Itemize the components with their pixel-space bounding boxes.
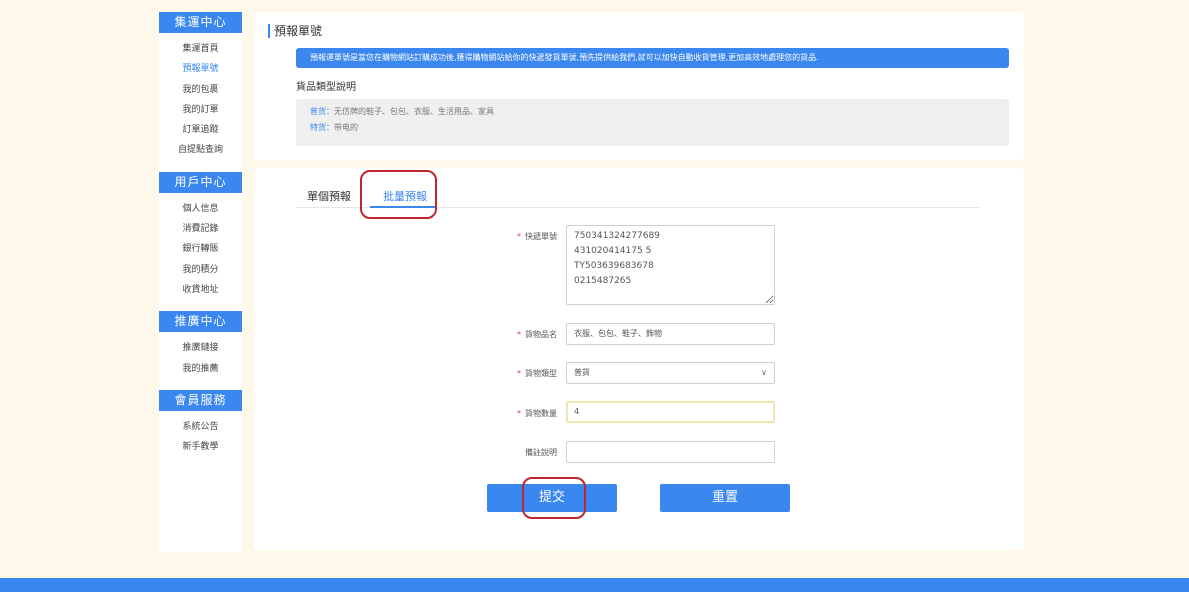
sidebar-item-promo-link[interactable]: 推廣鏈接	[159, 338, 242, 358]
goods-type-label: * 貨物類型	[477, 368, 557, 379]
type-row-general: 普货：无仿牌的鞋子、包包、衣服、生活用品、家具	[310, 104, 995, 120]
goods-type-select[interactable]: 普貨 ∨	[566, 362, 775, 384]
tab-bar: 單個預報 批量預報	[296, 182, 980, 208]
goods-type-value: 普貨	[574, 368, 590, 377]
required-mark: *	[517, 232, 521, 241]
types-title: 貨品類型說明	[296, 82, 356, 93]
tab-single-forecast[interactable]: 單個預報	[307, 188, 351, 204]
sidebar-heading-shipping: 集運中心	[159, 12, 242, 33]
active-tab-indicator	[370, 206, 436, 208]
type-value-general: 无仿牌的鞋子、包包、衣服、生活用品、家具	[334, 107, 494, 116]
sidebar-item-my-packages[interactable]: 我的包裹	[159, 80, 242, 100]
sidebar-group-user: 用戶中心 個人信息 消費記錄 銀行轉賬 我的積分 收貨地址	[159, 171, 242, 304]
sidebar-group-promotion: 推廣中心 推廣鏈接 我的推薦	[159, 311, 242, 383]
type-value-special: 带电的	[334, 123, 358, 132]
sidebar-item-pickup-lookup[interactable]: 自提點查詢	[159, 140, 242, 160]
remark-label: 備註說明	[477, 447, 557, 458]
reset-button[interactable]: 重置	[660, 484, 790, 512]
sidebar-item-tutorial[interactable]: 新手教學	[159, 437, 242, 457]
submit-button[interactable]: 提交	[487, 484, 617, 512]
sidebar-item-bank-transfer[interactable]: 銀行轉賬	[159, 239, 242, 259]
sidebar-list-promotion: 推廣鏈接 我的推薦	[159, 332, 242, 383]
sidebar-list-user: 個人信息 消費記錄 銀行轉賬 我的積分 收貨地址	[159, 193, 242, 304]
chevron-down-icon: ∨	[761, 368, 767, 377]
notice-banner: 預報運單號是當您在購物網站訂購成功後,獲得購物網站給你的快遞發貨單號,預先提供給…	[296, 48, 1009, 68]
sidebar-item-my-points[interactable]: 我的積分	[159, 260, 242, 280]
remark-label-text: 備註說明	[525, 448, 557, 457]
type-key-general: 普货：	[310, 107, 334, 116]
sidebar-heading-member: 會員服務	[159, 389, 242, 411]
footer-bar	[0, 578, 1189, 592]
sidebar-heading-promotion: 推廣中心	[159, 311, 242, 333]
goods-name-label: * 貨物品名	[477, 329, 557, 340]
sidebar-item-order-tracking[interactable]: 訂單追蹤	[159, 120, 242, 140]
sidebar-item-my-orders[interactable]: 我的訂單	[159, 100, 242, 120]
sidebar-item-spending-records[interactable]: 消費記錄	[159, 219, 242, 239]
types-box: 普货：无仿牌的鞋子、包包、衣服、生活用品、家具 特货：带电的	[296, 99, 1009, 146]
goods-name-label-text: 貨物品名	[525, 330, 557, 339]
goods-qty-label: * 貨物數量	[477, 408, 557, 419]
sidebar-item-forecast[interactable]: 預報單號	[159, 59, 242, 79]
tracking-label-text: 快遞單號	[525, 232, 557, 241]
required-mark: *	[517, 409, 521, 418]
form-card: 單個預報 批量預報 * 快遞單號 750341324277689 43102041…	[254, 168, 1024, 550]
required-mark: *	[517, 369, 521, 378]
sidebar-heading-user: 用戶中心	[159, 171, 242, 193]
goods-name-value: 衣服、包包、鞋子、飾物	[574, 329, 662, 338]
sidebar: 集運中心 集運首頁 預報單號 我的包裹 我的訂單 訂單追蹤 自提點查詢 用戶中心…	[159, 12, 242, 552]
remark-input[interactable]	[566, 441, 775, 463]
sidebar-group-member: 會員服務 系統公告 新手教學	[159, 389, 242, 462]
sidebar-item-shipping-home[interactable]: 集運首頁	[159, 39, 242, 59]
type-row-special: 特货：带电的	[310, 120, 995, 136]
tracking-textarea[interactable]: 750341324277689 431020414175 5 TY5036396…	[566, 225, 775, 305]
goods-type-label-text: 貨物類型	[525, 369, 557, 378]
tab-batch-forecast[interactable]: 批量預報	[383, 188, 427, 204]
page-title: 預報單號	[268, 24, 322, 38]
required-mark: *	[517, 330, 521, 339]
sidebar-item-profile[interactable]: 個人信息	[159, 199, 242, 219]
sidebar-item-my-referrals[interactable]: 我的推薦	[159, 359, 242, 379]
goods-qty-value: 4	[574, 407, 580, 416]
sidebar-item-shipping-address[interactable]: 收貨地址	[159, 280, 242, 300]
goods-qty-label-text: 貨物數量	[525, 409, 557, 418]
sidebar-list-member: 系統公告 新手教學	[159, 411, 242, 462]
goods-name-input[interactable]: 衣服、包包、鞋子、飾物	[566, 323, 775, 345]
sidebar-item-announcements[interactable]: 系統公告	[159, 417, 242, 437]
tracking-label: * 快遞單號	[477, 231, 557, 242]
info-card: 預報單號 預報運單號是當您在購物網站訂購成功後,獲得購物網站給你的快遞發貨單號,…	[254, 12, 1024, 160]
sidebar-group-shipping: 集運中心 集運首頁 預報單號 我的包裹 我的訂單 訂單追蹤 自提點查詢	[159, 12, 242, 165]
goods-qty-input[interactable]: 4	[566, 401, 775, 423]
sidebar-list-shipping: 集運首頁 預報單號 我的包裹 我的訂單 訂單追蹤 自提點查詢	[159, 33, 242, 165]
type-key-special: 特货：	[310, 123, 334, 132]
